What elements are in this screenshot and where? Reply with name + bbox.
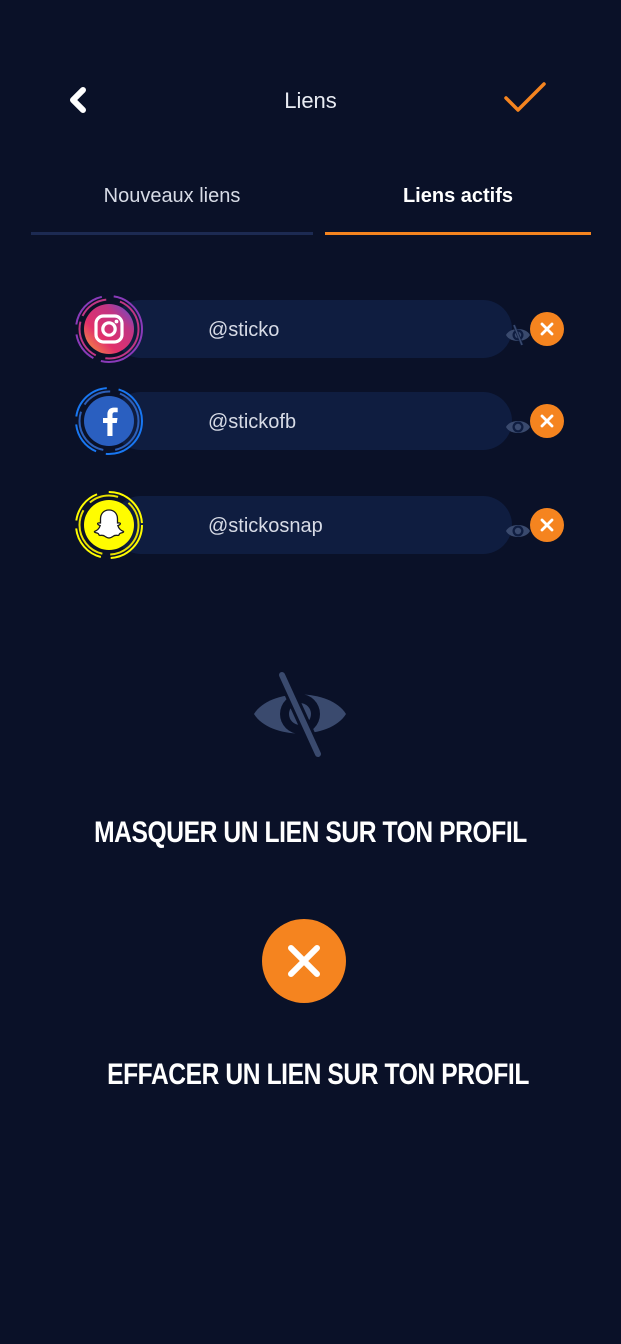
visibility-toggle[interactable]	[502, 412, 534, 442]
eye-icon	[506, 421, 530, 433]
eye-icon	[506, 525, 530, 537]
confirm-button[interactable]	[503, 76, 547, 120]
link-handle: @stickofb	[208, 411, 297, 433]
tab-label: Nouveaux liens	[103, 185, 241, 207]
tab-label: Liens actifs	[402, 185, 514, 207]
visibility-toggle[interactable]	[502, 320, 534, 350]
delete-link-legend: EFFACER UN LIEN SUR TON PROFIL	[107, 1058, 529, 1091]
link-row-facebook: @stickofb	[74, 386, 574, 456]
tab-underline	[31, 232, 313, 235]
tab-active-links[interactable]: Liens actifs	[325, 176, 591, 238]
facebook-icon	[75, 387, 143, 455]
delete-legend-icon	[262, 919, 346, 1003]
link-pill[interactable]: @stickofb	[112, 392, 530, 450]
hide-link-legend: MASQUER UN LIEN SUR TON PROFIL	[94, 816, 527, 849]
tab-new-links[interactable]: Nouveaux liens	[31, 176, 313, 238]
close-icon	[540, 322, 554, 336]
close-icon	[540, 518, 554, 532]
header: Liens	[0, 70, 621, 130]
instagram-icon	[75, 295, 143, 363]
close-icon	[288, 945, 320, 977]
remove-link-button[interactable]	[530, 404, 564, 438]
tab-underline-active	[325, 232, 591, 235]
link-row-snapchat: @stickosnap	[74, 490, 574, 560]
snapchat-icon	[75, 491, 143, 559]
close-icon	[540, 414, 554, 428]
link-row-instagram: @sticko	[74, 294, 574, 364]
checkmark-icon	[504, 82, 546, 112]
link-handle: @sticko	[208, 319, 280, 341]
eye-hidden-icon	[254, 672, 346, 757]
eye-hidden-icon	[506, 324, 530, 346]
visibility-toggle[interactable]	[502, 516, 534, 546]
link-pill[interactable]: @sticko	[112, 300, 530, 358]
remove-link-button[interactable]	[530, 508, 564, 542]
link-pill[interactable]: @stickosnap	[112, 496, 530, 554]
link-handle: @stickosnap	[208, 515, 323, 537]
tab-bar: Nouveaux liens Liens actifs	[31, 176, 591, 238]
remove-link-button[interactable]	[530, 312, 564, 346]
